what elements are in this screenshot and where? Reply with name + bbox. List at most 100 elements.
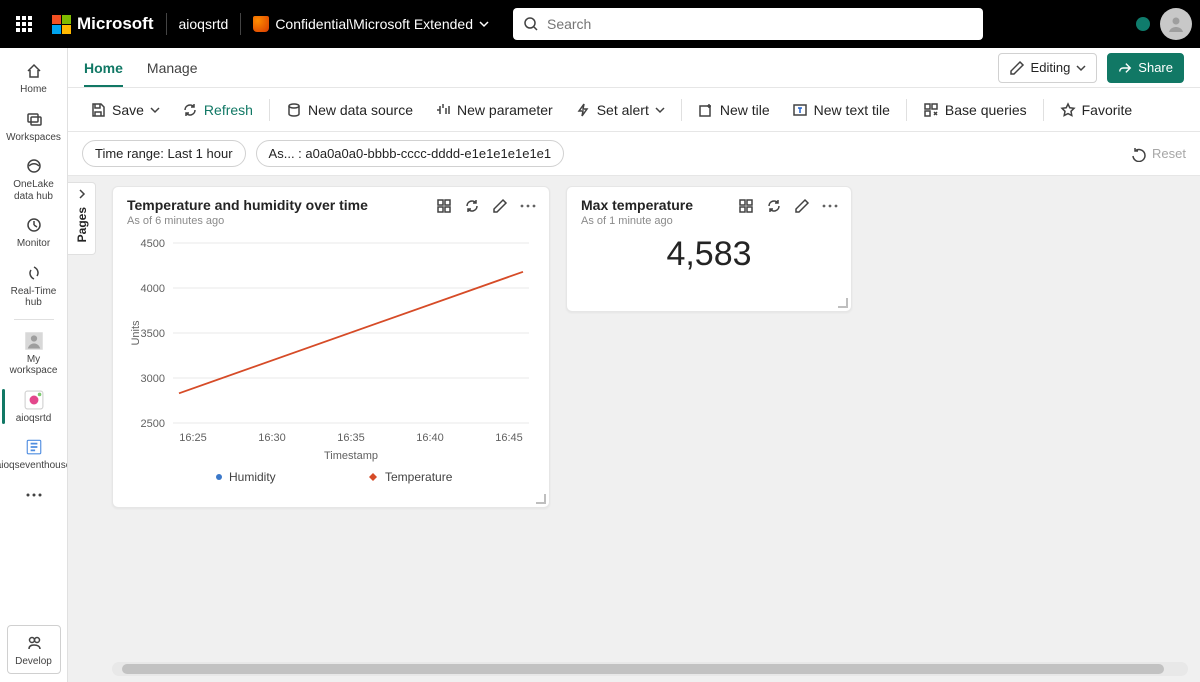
reset-filters-button[interactable]: Reset <box>1131 146 1186 162</box>
new-data-source-button[interactable]: New data source <box>276 96 423 124</box>
eventhouse-icon <box>23 436 45 458</box>
resize-handle-icon[interactable] <box>838 298 848 308</box>
time-range-pill[interactable]: Time range: Last 1 hour <box>82 140 246 167</box>
rail-realtime[interactable]: Real-Time hub <box>2 256 66 315</box>
edit-tile-icon[interactable] <box>491 197 509 215</box>
tile-more-icon[interactable] <box>821 197 839 215</box>
svg-text:16:30: 16:30 <box>258 432 286 444</box>
svg-text:Units: Units <box>130 320 142 346</box>
chevron-down-icon <box>1076 63 1086 73</box>
scrollbar-thumb[interactable] <box>122 664 1164 674</box>
tile-plus-icon <box>698 102 714 118</box>
svg-text:16:25: 16:25 <box>179 432 207 444</box>
undo-icon <box>1131 146 1147 162</box>
page-tabs-row: Home Manage Editing Share <box>68 48 1200 88</box>
svg-text:4000: 4000 <box>141 283 165 295</box>
metric-value: 4,583 <box>567 231 851 286</box>
left-nav-rail: Home Workspaces OneLake data hub Monitor… <box>0 48 68 682</box>
divider <box>681 99 682 121</box>
svg-text:Temperature: Temperature <box>385 470 453 484</box>
lightning-icon <box>575 102 591 118</box>
search-icon <box>523 16 539 32</box>
rail-eventhouse[interactable]: aioqseventhouse <box>2 430 66 478</box>
refresh-tile-icon[interactable] <box>463 197 481 215</box>
save-icon <box>90 102 106 118</box>
refresh-button[interactable]: Refresh <box>172 96 263 124</box>
svg-text:2500: 2500 <box>141 418 165 430</box>
chevron-down-icon <box>479 19 489 29</box>
edit-tile-icon[interactable] <box>793 197 811 215</box>
presence-indicator-icon <box>1136 17 1150 31</box>
tile-more-icon[interactable] <box>519 197 537 215</box>
resize-handle-icon[interactable] <box>536 494 546 504</box>
svg-text:16:35: 16:35 <box>337 432 365 444</box>
app-launcher-icon[interactable] <box>8 8 40 40</box>
database-icon <box>286 102 302 118</box>
monitor-icon <box>23 214 45 236</box>
tile-max-temperature[interactable]: Max temperature As of 1 minute ago 4,583 <box>566 186 852 312</box>
brand-label: Microsoft <box>77 14 154 34</box>
dashboard-canvas: Pages Temperature and humidity over time… <box>68 176 1200 682</box>
ellipsis-icon <box>23 484 45 506</box>
line-chart: 2500300035004000450016:2516:3016:3516:40… <box>125 235 539 495</box>
dashboard-workspace-icon <box>23 389 45 411</box>
tile-subtitle: As of 1 minute ago <box>581 215 693 227</box>
chevron-down-icon <box>150 105 160 115</box>
global-search[interactable] <box>513 8 983 40</box>
set-alert-button[interactable]: Set alert <box>565 96 675 124</box>
explore-data-icon[interactable] <box>435 197 453 215</box>
chart-area: 2500300035004000450016:2516:3016:3516:40… <box>113 231 549 506</box>
rail-workspace-aioqsrtd[interactable]: aioqsrtd <box>2 383 66 431</box>
shield-icon <box>253 16 269 32</box>
divider <box>240 13 241 35</box>
refresh-icon <box>182 102 198 118</box>
microsoft-logo: Microsoft <box>52 14 154 34</box>
confidentiality-dropdown[interactable]: Confidential\Microsoft Extended <box>253 16 489 32</box>
new-tile-button[interactable]: New tile <box>688 96 780 124</box>
divider <box>166 13 167 35</box>
workspace-hint[interactable]: aioqsrtd <box>179 16 229 32</box>
person-square-icon <box>23 330 45 352</box>
rail-more[interactable] <box>2 478 66 512</box>
asset-filter-pill[interactable]: As... : a0a0a0a0-bbbb-cccc-dddd-e1e1e1e1… <box>256 140 565 167</box>
share-button[interactable]: Share <box>1107 53 1184 83</box>
realtime-icon <box>23 262 45 284</box>
share-icon <box>1118 61 1132 75</box>
rail-onelake[interactable]: OneLake data hub <box>2 149 66 208</box>
rail-monitor[interactable]: Monitor <box>2 208 66 256</box>
rail-home[interactable]: Home <box>2 54 66 102</box>
rail-workspaces[interactable]: Workspaces <box>2 102 66 150</box>
divider <box>14 319 54 320</box>
tab-manage[interactable]: Manage <box>147 50 198 86</box>
pencil-icon <box>1009 60 1025 76</box>
svg-text:Humidity: Humidity <box>229 470 276 484</box>
workspaces-icon <box>23 108 45 130</box>
search-input[interactable] <box>547 16 973 32</box>
develop-icon <box>23 632 45 654</box>
user-avatar[interactable] <box>1160 8 1192 40</box>
new-text-tile-button[interactable]: New text tile <box>782 96 900 124</box>
queries-icon <box>923 102 939 118</box>
pages-panel-toggle[interactable]: Pages <box>68 182 96 255</box>
refresh-tile-icon[interactable] <box>765 197 783 215</box>
chevron-right-icon <box>77 189 87 199</box>
horizontal-scrollbar[interactable] <box>112 662 1188 676</box>
editing-dropdown[interactable]: Editing <box>998 53 1098 83</box>
home-icon <box>23 60 45 82</box>
star-icon <box>1060 102 1076 118</box>
tab-home[interactable]: Home <box>84 50 123 86</box>
new-parameter-button[interactable]: New parameter <box>425 96 563 124</box>
onelake-icon <box>23 155 45 177</box>
tile-temperature-humidity[interactable]: Temperature and humidity over time As of… <box>112 186 550 508</box>
pages-label: Pages <box>75 207 89 242</box>
svg-text:Timestamp: Timestamp <box>324 450 378 462</box>
explore-data-icon[interactable] <box>737 197 755 215</box>
rail-develop[interactable]: Develop <box>7 625 61 675</box>
base-queries-button[interactable]: Base queries <box>913 96 1037 124</box>
tile-title: Max temperature <box>581 197 693 213</box>
svg-text:16:40: 16:40 <box>416 432 444 444</box>
favorite-button[interactable]: Favorite <box>1050 96 1143 124</box>
save-button[interactable]: Save <box>80 96 170 124</box>
rail-my-workspace[interactable]: My workspace <box>2 324 66 383</box>
divider <box>906 99 907 121</box>
